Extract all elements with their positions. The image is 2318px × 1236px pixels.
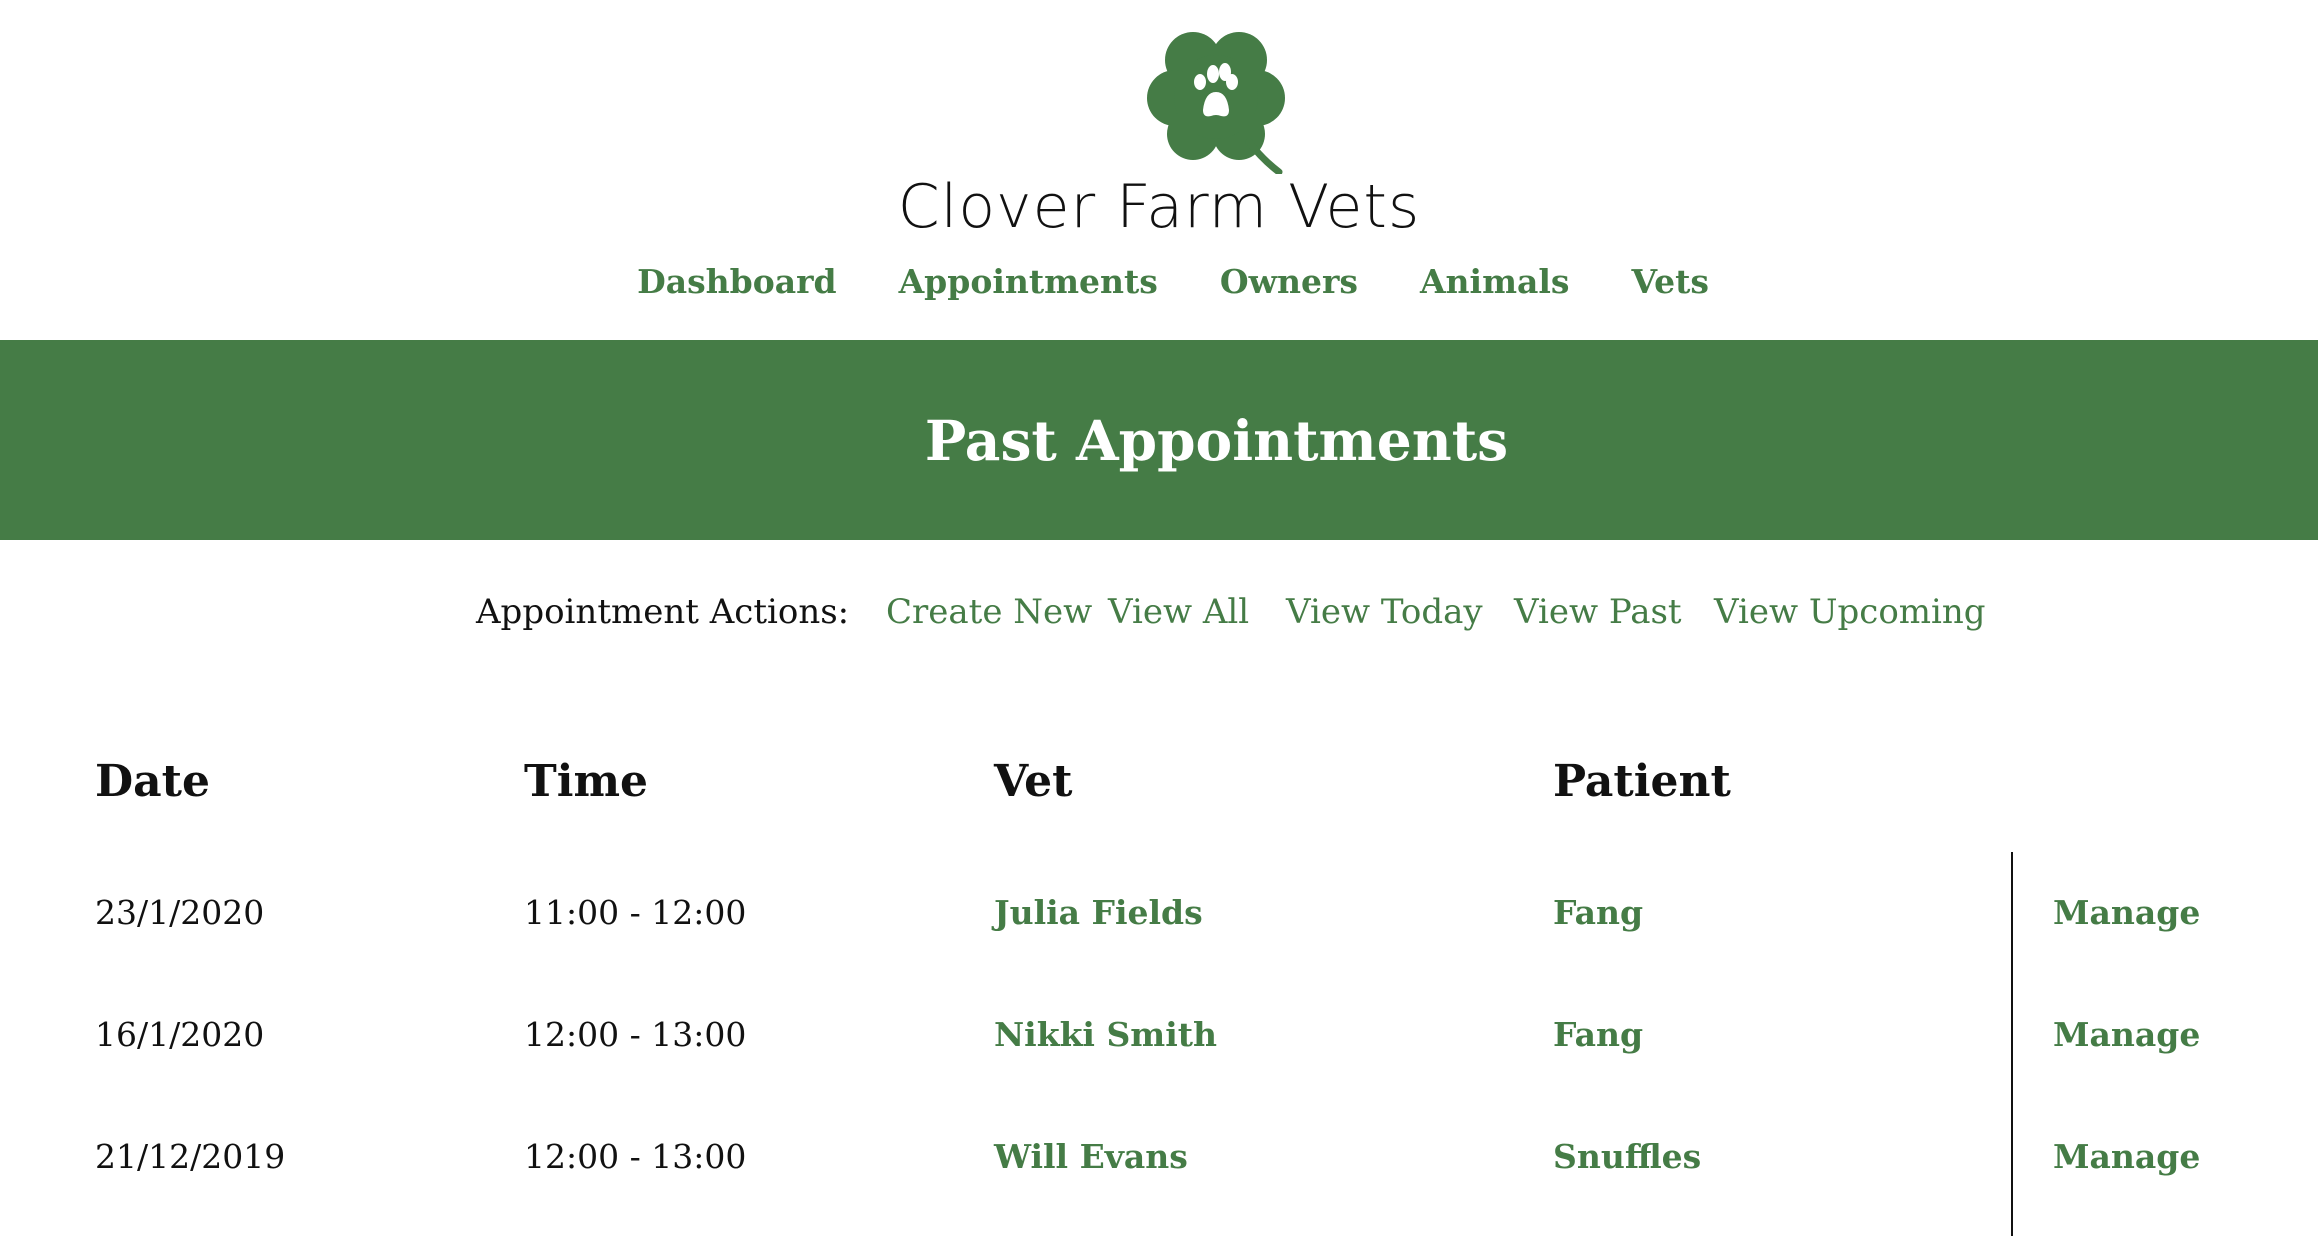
column-divider <box>2011 852 2013 1236</box>
nav-owners[interactable]: Owners <box>1220 262 1358 301</box>
manage-link[interactable]: Manage <box>2053 893 2200 932</box>
date-cell: 21/12/2019 <box>95 1137 286 1176</box>
time-cell: 11:00 - 12:00 <box>524 893 747 932</box>
actions-label: Appointment Actions: <box>476 592 850 632</box>
view-past-link[interactable]: View Past <box>1514 592 1682 632</box>
time-cell: 12:00 - 13:00 <box>524 1015 747 1054</box>
vet-link[interactable]: Nikki Smith <box>994 1015 1217 1054</box>
column-header-time: Time <box>524 756 649 807</box>
column-header-date: Date <box>95 756 210 807</box>
manage-link[interactable]: Manage <box>2053 1137 2200 1176</box>
vet-link[interactable]: Will Evans <box>994 1137 1188 1176</box>
vet-link[interactable]: Julia Fields <box>994 893 1203 932</box>
nav-appointments[interactable]: Appointments <box>899 262 1158 301</box>
view-upcoming-link[interactable]: View Upcoming <box>1714 592 1986 632</box>
patient-link[interactable]: Snuffles <box>1553 1137 1701 1176</box>
site-header: Clover Farm Vets Dashboard Appointments … <box>0 0 2318 340</box>
page-title: Past Appointments <box>924 407 1509 473</box>
view-all-link[interactable]: View All <box>1108 592 1249 632</box>
date-cell: 23/1/2020 <box>95 893 265 932</box>
clover-paw-icon[interactable] <box>1141 22 1291 174</box>
page-banner: Past Appointments <box>0 340 2318 540</box>
patient-link[interactable]: Fang <box>1553 893 1643 932</box>
date-cell: 16/1/2020 <box>95 1015 265 1054</box>
create-new-link[interactable]: Create New <box>886 592 1092 632</box>
nav-animals[interactable]: Animals <box>1420 262 1570 301</box>
patient-link[interactable]: Fang <box>1553 1015 1643 1054</box>
appointment-actions: Appointment Actions: Create New View All… <box>0 592 2318 642</box>
column-header-vet: Vet <box>994 756 1073 807</box>
nav-dashboard[interactable]: Dashboard <box>637 262 837 301</box>
column-header-patient: Patient <box>1553 756 1731 807</box>
brand-name: Clover Farm Vets <box>897 172 1421 242</box>
manage-link[interactable]: Manage <box>2053 1015 2200 1054</box>
view-today-link[interactable]: View Today <box>1286 592 1483 632</box>
time-cell: 12:00 - 13:00 <box>524 1137 747 1176</box>
main-nav: Dashboard Appointments Owners Animals Ve… <box>0 262 2318 301</box>
nav-vets[interactable]: Vets <box>1632 262 1709 301</box>
